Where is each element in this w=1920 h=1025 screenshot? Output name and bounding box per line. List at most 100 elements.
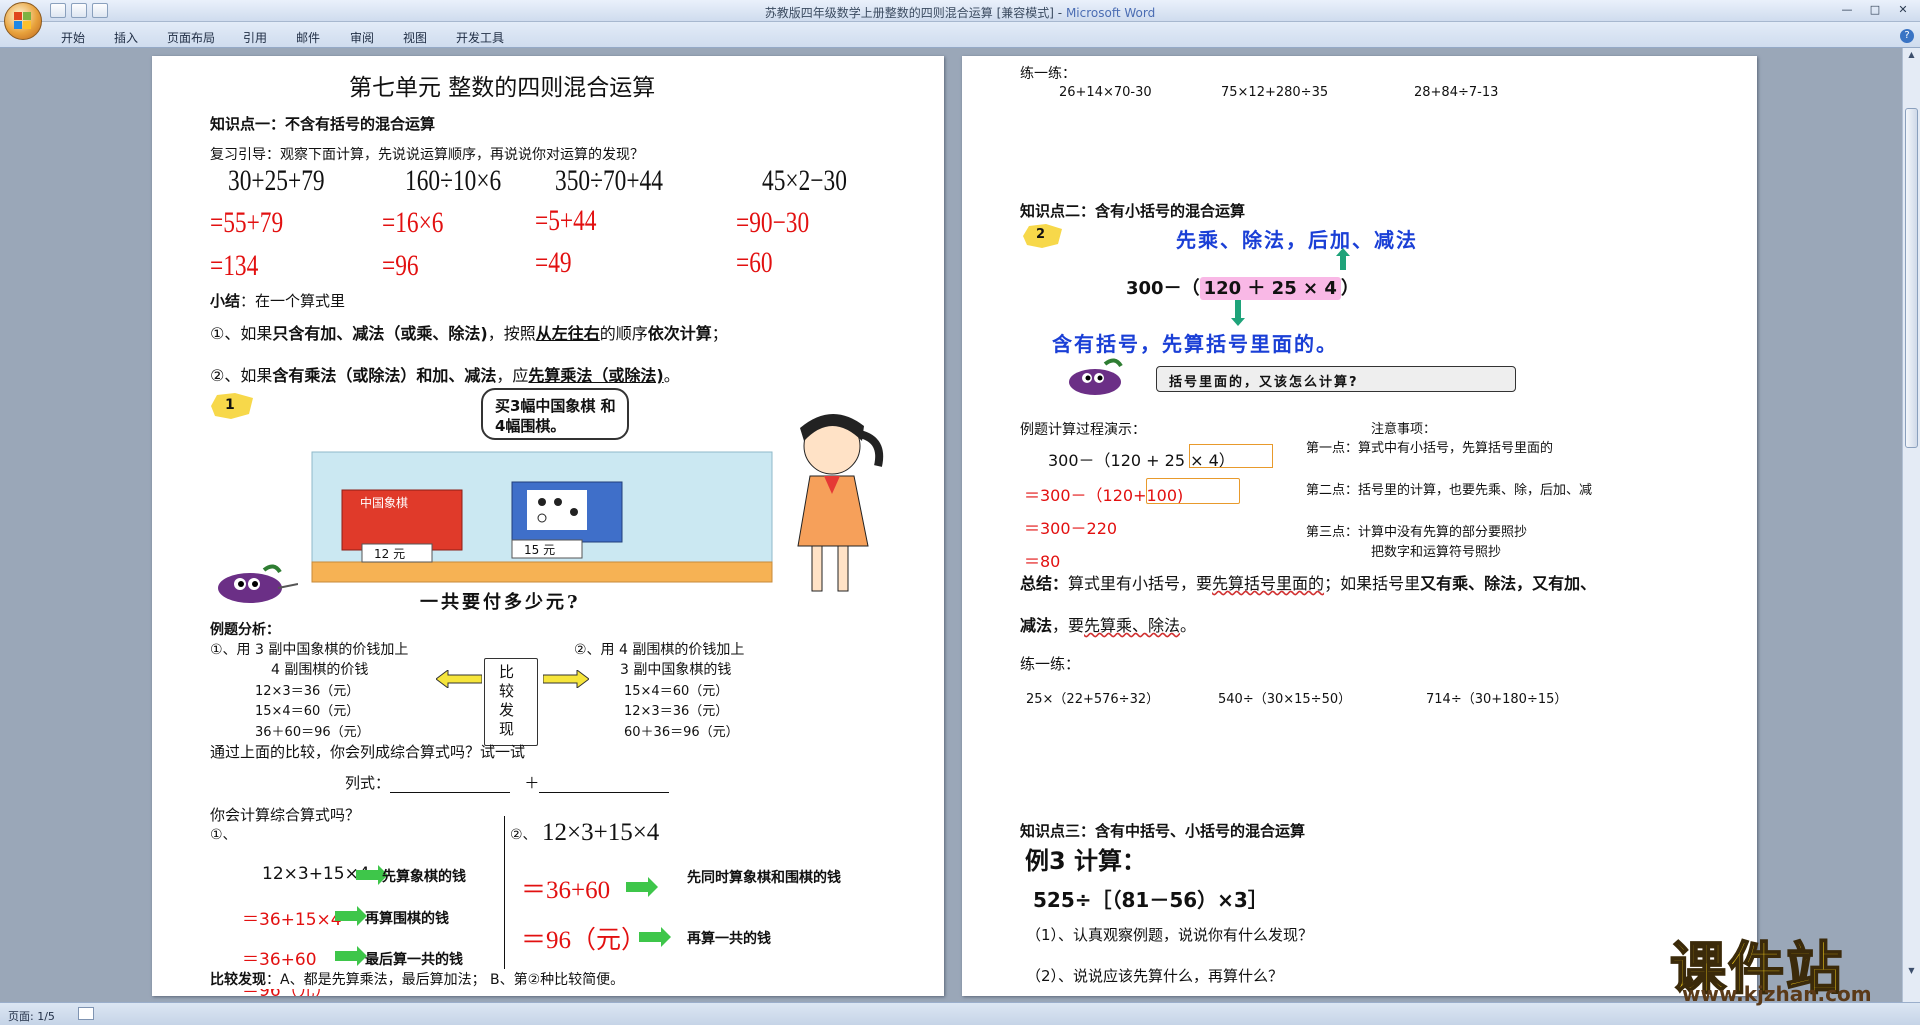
method-2-step-3: ＝96（元） xyxy=(521,927,647,954)
chess-box-label: 中国象棋 xyxy=(360,496,409,510)
tab-review[interactable]: 审阅 xyxy=(350,29,374,46)
shop-counter-illustration: 中国象棋 12 元 15 元 xyxy=(302,412,802,602)
compare-discover: 比较发现：A、都是先算乘法，最后算加法； B、第②种比较简便。 xyxy=(210,969,625,989)
page-count[interactable]: 页面: 1/5 xyxy=(8,1008,55,1024)
window-title: 苏教版四年级数学上册整数的四则混合运算 [兼容模式] - Microsoft W… xyxy=(764,6,1156,20)
combined-question: 通过上面的比较，你会列成综合算式吗？试一试 xyxy=(210,743,526,761)
step2-3: =49 xyxy=(535,246,572,279)
compare-box: 比较发现 xyxy=(484,658,538,746)
analysis-1-line-1: ①、用 3 副中国象棋的价钱加上 xyxy=(210,642,409,658)
method-1-step-3: ＝36+60 xyxy=(242,950,317,970)
analysis-2-line-2: 3 副中国象棋的钱 xyxy=(620,662,732,678)
analysis-1-line-4: 15×4＝60（元） xyxy=(255,704,360,719)
right-arrow-icon xyxy=(542,669,590,689)
vertical-scrollbar[interactable]: ▲ ▼ xyxy=(1902,48,1920,1002)
rule-2: ②、如果含有乘法（或除法）和加、减法，应先算乘法（或除法)。 xyxy=(210,366,680,385)
can-you-compute: 你会计算综合算式吗？ xyxy=(210,806,361,824)
scroll-down-icon[interactable]: ▼ xyxy=(1905,966,1918,980)
example-3-expression: 525÷［（81－56）×3］ xyxy=(1033,888,1268,912)
question-text: 一共要付多少元? xyxy=(420,592,581,613)
left-arrow-icon xyxy=(435,669,483,689)
formula-line: 列式： ＋ xyxy=(345,772,670,793)
notes-title: 注意事项： xyxy=(1371,422,1437,437)
status-bar: 页面: 1/5 xyxy=(0,1002,1920,1025)
watermark-url: www.kjzhan.com xyxy=(1682,982,1872,1006)
page-title: 第七单元 整数的四则混合运算 xyxy=(349,75,656,101)
method-2-step-1: 12×3+15×4 xyxy=(542,819,660,846)
step1-2: =16×6 xyxy=(382,206,444,239)
main-expression: 300－（ 120 ＋ 25 × 4） xyxy=(1126,277,1359,300)
green-arrow-icon xyxy=(335,946,367,966)
analysis-2-line-5: 60＋36＝96（元） xyxy=(624,725,739,740)
practice-1-item-3: 28+84÷7-13 xyxy=(1414,85,1499,100)
minimize-button[interactable]: — xyxy=(1834,2,1860,18)
eggplant-mascot-1 xyxy=(214,562,299,606)
method-divider xyxy=(504,816,505,974)
method-1-step-2: ＝36+15×4 xyxy=(242,910,342,930)
green-arrow-icon xyxy=(335,906,367,926)
close-button[interactable]: ✕ xyxy=(1890,2,1916,18)
analysis-2-line-4: 12×3＝36（元） xyxy=(624,704,729,719)
method-2-step-2: ＝36+60 xyxy=(521,877,611,904)
practice-1-item-1: 26+14×70-30 xyxy=(1059,85,1152,100)
analysis-1-line-3: 12×3＝36（元） xyxy=(255,684,360,699)
title-bar: 苏教版四年级数学上册整数的四则混合运算 [兼容模式] - Microsoft W… xyxy=(0,0,1920,22)
ribbon-tabs: 开始 插入 页面布局 引用 邮件 审阅 视图 开发工具 ? xyxy=(0,22,1920,48)
demo-step-3: ＝300－220 xyxy=(1024,519,1118,538)
demo-title: 例题计算过程演示： xyxy=(1020,422,1146,438)
rule-1: ①、如果只含有加、减法（或乘、除法)，按照从左往右的顺序依次计算； xyxy=(210,324,728,343)
green-down-arrow-icon xyxy=(1231,300,1245,326)
speech-bubble-1: 买3幅中国象棋 和4幅围棋。 xyxy=(481,388,629,440)
order-hint: 先乘、除法，后加、减法 xyxy=(1176,228,1418,252)
note-4: 把数字和运算符号照抄 xyxy=(1371,545,1502,560)
practice-2-item-1: 25×（22+576÷32） xyxy=(1026,692,1160,707)
practice-2-item-2: 540÷（30×15÷50） xyxy=(1218,692,1352,707)
knowledge-point-1: 知识点一：不含有括号的混合运算 xyxy=(210,115,436,133)
practice-2-title: 练一练： xyxy=(1020,655,1081,673)
tab-insert[interactable]: 插入 xyxy=(114,29,138,46)
demo-highlight-box-1 xyxy=(1189,444,1273,468)
example-badge-1: 1 xyxy=(207,392,257,420)
scrollbar-thumb[interactable] xyxy=(1905,108,1918,448)
document-page-1: 第七单元 整数的四则混合运算 知识点一：不含有括号的混合运算 复习引导：观察下面… xyxy=(152,56,944,996)
method-2-note-2: 再算一共的钱 xyxy=(687,931,771,947)
green-up-arrow-icon xyxy=(1336,248,1350,270)
step1-3: =5+44 xyxy=(535,204,597,237)
step2-2: =96 xyxy=(382,249,419,282)
tab-mailings[interactable]: 邮件 xyxy=(296,29,320,46)
help-icon[interactable]: ? xyxy=(1900,29,1914,43)
expr-4: 45×2−30 xyxy=(762,164,847,197)
question-1: （1）、认真观察例题，说说你有什么发现？ xyxy=(1026,926,1314,944)
demo-step-4: ＝80 xyxy=(1024,552,1061,571)
practice-2-item-3: 714÷（30+180÷15） xyxy=(1426,692,1568,707)
analysis-1-line-5: 36＋60＝96（元） xyxy=(255,725,370,740)
paren-rule: 含有括号，先算括号里面的。 xyxy=(1052,332,1338,356)
speech-bubble-2: 括号里面的，又该怎么计算? xyxy=(1156,366,1516,392)
girl-illustration xyxy=(772,406,892,606)
price-go: 15 元 xyxy=(524,543,556,557)
note-1: 第一点：算式中有小括号，先算括号里面的 xyxy=(1306,441,1554,456)
example-3-title: 例3 计算： xyxy=(1025,847,1147,875)
review-guide: 复习引导：观察下面计算，先说说运算顺序，再说说你对运算的发现？ xyxy=(210,147,644,163)
method-1-label: ①、 xyxy=(210,827,237,843)
analysis-1-line-2: 4 副围棋的价钱 xyxy=(271,662,369,678)
site-watermark: 课件站 www.kjzhan.com xyxy=(1664,924,1904,1006)
method-2-label: ②、 xyxy=(510,827,537,843)
tab-view[interactable]: 视图 xyxy=(403,29,427,46)
method-1-note-2: 再算围棋的钱 xyxy=(365,911,449,927)
expr-2: 160÷10×6 xyxy=(405,164,502,197)
tab-page-layout[interactable]: 页面布局 xyxy=(167,29,215,46)
proofing-icon[interactable] xyxy=(78,1007,94,1020)
tab-developer[interactable]: 开发工具 xyxy=(456,29,504,46)
question-2: （2）、说说应该先算什么，再算什么？ xyxy=(1026,967,1284,985)
tab-home[interactable]: 开始 xyxy=(61,29,85,46)
window-controls: — □ ✕ xyxy=(1834,2,1916,18)
eggplant-mascot-2 xyxy=(1065,354,1125,398)
summary-2-cont: 减法，要先算乘、除法。 xyxy=(1020,616,1197,635)
office-button[interactable] xyxy=(4,2,42,40)
summary: 小结：在一个算式里 xyxy=(210,292,346,310)
tab-references[interactable]: 引用 xyxy=(243,29,267,46)
green-arrow-icon xyxy=(356,865,388,885)
maximize-button[interactable]: □ xyxy=(1862,2,1888,18)
scroll-up-icon[interactable]: ▲ xyxy=(1905,50,1918,64)
